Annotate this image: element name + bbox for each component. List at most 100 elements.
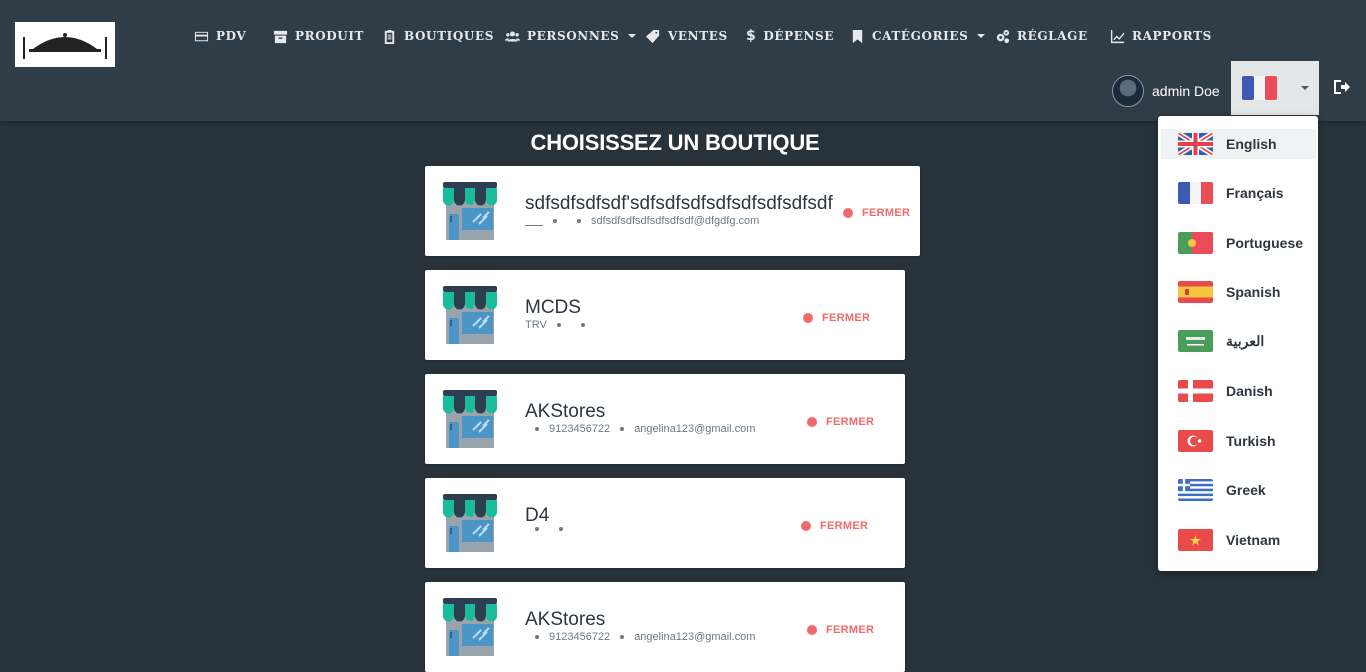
language-option[interactable]: Spanish	[1158, 277, 1318, 307]
nav-pdv[interactable]: PDV	[194, 26, 246, 46]
store-card[interactable]: sdfsdfsdfsdf'sdfsdfsdfsdfsdfsdfsdfsdf sd…	[425, 166, 920, 256]
bullet-icon	[577, 219, 581, 223]
france-flag-icon	[1178, 182, 1213, 204]
denmark-flag-icon	[1178, 380, 1213, 402]
status-dot-icon	[801, 521, 811, 531]
nav-ventes[interactable]: VENTES	[646, 26, 728, 46]
status-badge: FERMER	[843, 207, 910, 219]
dollar-icon: $	[746, 28, 757, 44]
top-navbar: PDV PRODUIT BOUTIQUES PERSONNES VENTES $…	[0, 0, 1366, 121]
store-phone: 9123456722	[549, 631, 611, 643]
cogs-icon	[996, 29, 1010, 43]
language-option-label: Portuguese	[1226, 235, 1304, 251]
status-label: FERMER	[862, 207, 911, 219]
bullet-icon	[620, 635, 625, 639]
language-option[interactable]: Vietnam	[1158, 525, 1318, 555]
language-option[interactable]: Portuguese	[1158, 228, 1318, 258]
store-card[interactable]: D4 FERMER	[425, 478, 905, 568]
portugal-flag-icon	[1178, 232, 1213, 254]
store-card[interactable]: MCDS TRV FERMER	[425, 270, 905, 360]
bullet-icon	[535, 527, 539, 531]
nav-depense[interactable]: $ DÉPENSE	[746, 26, 834, 46]
language-option-label: Vietnam	[1226, 532, 1281, 548]
nav-reglage[interactable]: RÉGLAGE	[995, 26, 1088, 46]
bookmark-icon	[852, 29, 863, 43]
clipboard-icon	[384, 29, 395, 44]
tag-icon	[646, 29, 660, 43]
status-dot-icon	[807, 417, 817, 427]
store-name: D4	[525, 505, 550, 526]
store-meta: sdfsdfsdfsdfsdfsdfsdf@dfgdfg.com	[525, 215, 759, 227]
store-meta: TRV	[525, 319, 595, 331]
store-card[interactable]: AKStores 9123456722 angelina123@gmail.com…	[425, 582, 905, 672]
nav-depense-label: DÉPENSE	[763, 29, 835, 43]
status-label: FERMER	[826, 624, 875, 636]
nav-rapports-label: RAPPORTS	[1132, 29, 1212, 43]
chevron-down-icon	[1300, 86, 1309, 90]
users-icon	[505, 31, 520, 41]
store-card[interactable]: AKStores 9123456722 angelina123@gmail.com…	[425, 374, 905, 464]
status-label: FERMER	[822, 312, 871, 324]
nav-pdv-label: PDV	[216, 29, 247, 43]
language-option[interactable]: Turkish	[1158, 426, 1318, 456]
credit-card-icon	[194, 31, 209, 41]
language-option[interactable]: Danish	[1158, 376, 1318, 406]
nav-rapports[interactable]: RAPPORTS	[1110, 26, 1212, 46]
nav-personnes[interactable]: PERSONNES	[505, 26, 637, 46]
nav-reglage-label: RÉGLAGE	[1017, 29, 1088, 43]
language-dropdown: English Français Portuguese Spanish العر…	[1158, 116, 1318, 571]
store-address-underline	[525, 217, 543, 226]
bullet-icon	[556, 323, 561, 327]
language-option-label: Greek	[1226, 482, 1266, 498]
nav-boutiques-label: BOUTIQUES	[404, 29, 494, 43]
store-email: sdfsdfsdfsdfsdfsdfsdf@dfgdfg.com	[591, 215, 760, 227]
bullet-icon	[535, 635, 539, 639]
restaurant-logo[interactable]	[15, 22, 115, 67]
status-label: FERMER	[826, 416, 875, 428]
archive-icon	[273, 30, 288, 43]
language-option-label: Spanish	[1226, 284, 1281, 300]
status-badge: FERMER	[807, 416, 874, 428]
store-address: TRV	[525, 319, 547, 331]
status-badge: FERMER	[807, 624, 874, 636]
language-option[interactable]: Greek	[1158, 475, 1318, 505]
nav-categories[interactable]: CATÉGORIES	[850, 26, 986, 46]
avatar	[1112, 75, 1144, 107]
store-email: angelina123@gmail.com	[634, 423, 756, 435]
language-option-label: Turkish	[1226, 433, 1276, 449]
status-dot-icon	[803, 313, 813, 323]
store-name: AKStores	[525, 401, 606, 422]
shop-icon	[443, 494, 497, 552]
language-selector[interactable]	[1231, 61, 1319, 115]
status-badge: FERMER	[801, 520, 868, 532]
nav-produit[interactable]: PRODUIT	[273, 26, 364, 46]
language-option[interactable]: Français	[1158, 178, 1318, 208]
shop-icon	[443, 390, 497, 448]
store-phone: 9123456722	[549, 423, 611, 435]
store-email: angelina123@gmail.com	[634, 631, 756, 643]
chevron-down-icon	[628, 34, 637, 38]
greece-flag-icon	[1178, 479, 1213, 501]
bullet-icon	[553, 219, 557, 223]
status-dot-icon	[843, 208, 853, 218]
user-name: admin Doe	[1152, 83, 1220, 99]
nav-boutiques[interactable]: BOUTIQUES	[382, 26, 494, 46]
shop-icon	[443, 598, 497, 656]
saudi-flag-icon	[1178, 330, 1213, 352]
store-name: MCDS	[525, 297, 581, 318]
language-option[interactable]: English	[1161, 129, 1316, 159]
status-label: FERMER	[820, 520, 869, 532]
chevron-down-icon	[977, 34, 986, 38]
page-title: CHOISISSEZ UN BOUTIQUE	[530, 130, 820, 155]
store-meta	[535, 527, 573, 531]
status-dot-icon	[807, 625, 817, 635]
logout-icon[interactable]	[1333, 78, 1351, 96]
language-option[interactable]: العربية	[1158, 326, 1318, 356]
shop-icon	[443, 182, 497, 240]
bullet-icon	[580, 323, 585, 327]
user-menu[interactable]: admin Doe	[1112, 75, 1220, 107]
store-name: sdfsdfsdfsdf'sdfsdfsdfsdfsdfsdfsdfsdf	[525, 193, 833, 214]
status-badge: FERMER	[803, 312, 870, 324]
store-name: AKStores	[525, 609, 606, 630]
line-chart-icon	[1110, 29, 1125, 43]
